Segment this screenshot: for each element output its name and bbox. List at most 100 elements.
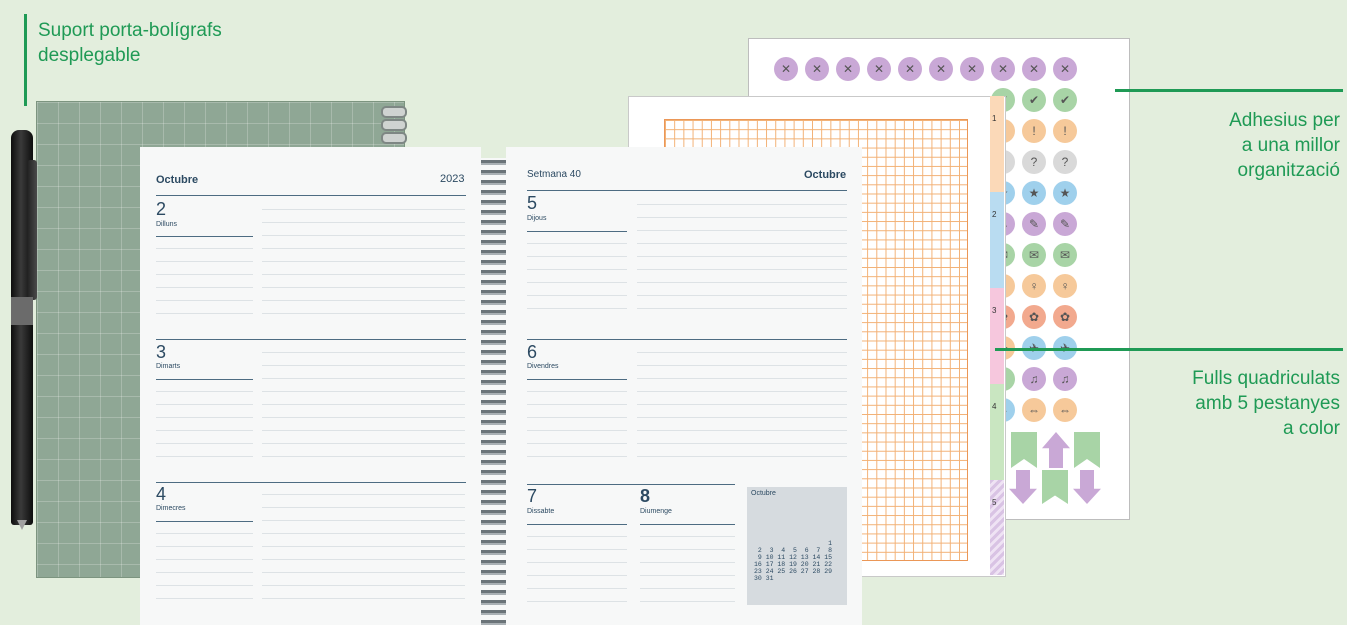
stickers-callout: Adhesius per a una millor organització (1140, 108, 1340, 183)
tab-5-label: 5 (992, 498, 997, 507)
sticker-icon: ★ (1053, 181, 1077, 205)
day-number: 6 (527, 342, 538, 362)
sticker-icon: ! (1022, 119, 1046, 143)
sticker-icon: ✕ (1022, 57, 1046, 81)
mini-calendar-title: Octubre (751, 490, 776, 497)
day-rule (156, 521, 253, 522)
day-separator (156, 339, 466, 340)
cover-ring (381, 106, 407, 118)
tab-strip: 1 2 3 4 5 (990, 96, 1006, 575)
day-separator (527, 484, 735, 485)
tab-2-label: 2 (992, 210, 997, 219)
sticker-icon: ? (1053, 150, 1077, 174)
stickers-callout-line2: a una millor (1241, 135, 1340, 156)
calendar-row: 16 17 18 19 20 21 22 (754, 561, 833, 568)
day-rule (527, 231, 627, 232)
day-number: 5 (527, 193, 538, 213)
sticker-icon: ♀ (1022, 274, 1046, 298)
day-separator (156, 482, 466, 483)
day-lines (527, 536, 627, 614)
day-name: Dijous (527, 215, 547, 222)
sticker-icon: ✿ (1022, 305, 1046, 329)
sticker-icon: ✕ (898, 57, 922, 81)
calendar-row: 23 24 25 26 27 28 29 (754, 568, 833, 575)
day-rule (156, 236, 253, 237)
calendar-row: 1 (754, 540, 833, 547)
day-lines (156, 533, 253, 611)
left-page-month: Octubre (156, 174, 199, 186)
pen-holder-callout: Suport porta-bolígrafs desplegable (38, 18, 222, 68)
pen-tip (17, 520, 27, 530)
day-number: 7 (527, 486, 538, 506)
sticker-icon: ✎ (1022, 212, 1046, 236)
grid-callout-line1: Fulls quadriculats (1192, 368, 1340, 389)
day-name: Dissabte (527, 508, 555, 515)
sticker-icon: ✉ (1053, 243, 1077, 267)
grid-callout-line3: a color (1282, 418, 1340, 439)
spiral-binding (481, 158, 506, 625)
sticker-icon: ★ (1022, 181, 1046, 205)
tab-4-label: 4 (992, 402, 997, 411)
calendar-row: 2 3 4 5 6 7 8 (754, 547, 833, 554)
pen-clip (27, 160, 37, 300)
grid-sheets-callout: Fulls quadriculats amb 5 pestanyes a col… (1100, 366, 1340, 441)
day-name: Divendres (527, 363, 559, 370)
sticker-icon: ✕ (836, 57, 860, 81)
day-name: Dimecres (156, 505, 186, 512)
day-number: 2 (156, 199, 167, 219)
day-lines (262, 494, 465, 611)
stickers-callout-line1: Adhesius per (1229, 110, 1340, 131)
day-lines (156, 248, 253, 326)
sticker-icon: ♀ (1053, 274, 1077, 298)
sticker-icon: ✕ (991, 57, 1015, 81)
cover-ring (381, 119, 407, 131)
sticker-icon: ✕ (867, 57, 891, 81)
day-lines (637, 204, 847, 321)
day-number: 3 (156, 342, 167, 362)
day-lines (262, 209, 465, 326)
stickers-callout-line3: organització (1237, 160, 1340, 181)
pen-holder-callout-line1: Suport porta-bolígrafs (38, 20, 222, 41)
header-rule (527, 190, 847, 191)
sticker-icon: ⇔ (1053, 398, 1077, 422)
day-number: 4 (156, 484, 167, 504)
grid-callout-line2: amb 5 pestanyes (1195, 393, 1340, 414)
day-rule (527, 524, 627, 525)
grid-callout-line (995, 348, 1343, 351)
day-name: Dimarts (156, 363, 181, 370)
sticker-icon: ✉ (1022, 243, 1046, 267)
sticker-icon: ♫ (1022, 367, 1046, 391)
sticker-icon: ! (1053, 119, 1077, 143)
pen-callout-marker (24, 14, 27, 106)
day-name: Dilluns (156, 221, 178, 228)
day-lines (262, 352, 465, 469)
tab-1-label: 1 (992, 114, 997, 123)
tab-4: 4 (990, 384, 1004, 480)
sticker-icon: ✕ (1053, 57, 1077, 81)
tab-1: 1 (990, 96, 1004, 192)
week-label: Setmana 40 (527, 169, 581, 180)
sticker-icon: ⇔ (1022, 398, 1046, 422)
sticker-icon: ✔ (1053, 88, 1077, 112)
sticker-icon: ✕ (805, 57, 829, 81)
day-lines (640, 536, 735, 614)
day-lines (527, 391, 627, 469)
sticker-icon: ✔ (1022, 88, 1046, 112)
day-separator (527, 339, 847, 340)
day-rule (156, 379, 253, 380)
left-page-year: 2023 (440, 173, 465, 185)
day-lines (637, 352, 847, 469)
day-lines (156, 391, 253, 469)
pen-band (11, 297, 33, 325)
tab-5: 5 (990, 480, 1004, 575)
stickers-callout-line (1115, 89, 1343, 92)
tab-3-label: 3 (992, 306, 997, 315)
right-page-month: Octubre (804, 169, 847, 181)
sticker-icon: ✎ (1053, 212, 1077, 236)
sticker-icon: ✕ (774, 57, 798, 81)
sticker-icon: ✕ (960, 57, 984, 81)
sticker-icon: ✿ (1053, 305, 1077, 329)
calendar-row: 9 10 11 12 13 14 15 (754, 554, 833, 561)
cover-ring (381, 132, 407, 144)
tab-2: 2 (990, 192, 1004, 288)
